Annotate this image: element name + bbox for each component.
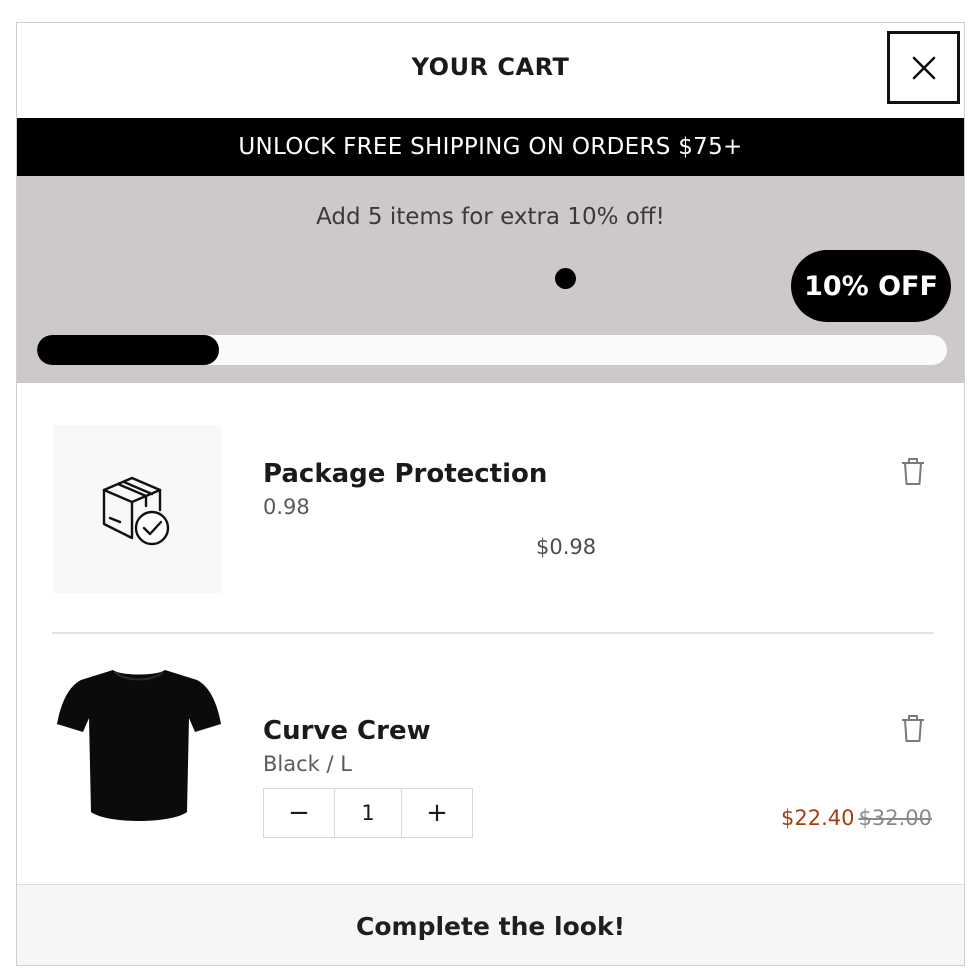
tier-marker-dot [555, 268, 576, 289]
increment-button[interactable]: + [402, 789, 472, 837]
cart-drawer: YOUR CART UNLOCK FREE SHIPPING ON ORDERS… [16, 22, 965, 966]
complete-the-look-heading: Complete the look! [356, 911, 625, 941]
promo-text: UNLOCK FREE SHIPPING ON ORDERS $75+ [238, 134, 743, 160]
t-shirt-icon [57, 670, 221, 821]
item-name[interactable]: Curve Crew [263, 716, 431, 746]
item-variant: Black / L [263, 752, 352, 776]
cart-title: YOUR CART [411, 53, 570, 81]
decrement-button[interactable]: − [264, 789, 334, 837]
item-name[interactable]: Package Protection [263, 459, 547, 489]
quantity-value[interactable]: 1 [334, 789, 402, 837]
item-price: $0.98 [536, 535, 597, 559]
remove-item-button[interactable] [900, 457, 926, 487]
close-button[interactable] [887, 31, 960, 104]
remove-item-button[interactable] [900, 714, 926, 744]
quantity-stepper: − 1 + [263, 788, 473, 838]
item-thumbnail [53, 425, 221, 593]
promo-banner: UNLOCK FREE SHIPPING ON ORDERS $75+ [17, 118, 964, 176]
trash-icon [902, 715, 924, 742]
item-prices: $22.40 $32.00 [781, 806, 932, 830]
progress-bar [37, 335, 947, 365]
progress-bar-fill [37, 335, 219, 365]
tier-message: Add 5 items for extra 10% off! [316, 204, 665, 230]
cart-item: Curve Crew Black / L − 1 + $22.40 $32.00 [17, 634, 964, 884]
original-price: $32.00 [858, 806, 932, 830]
close-icon [912, 56, 935, 79]
discount-badge: 10% OFF [791, 250, 951, 322]
complete-the-look-section[interactable]: Complete the look! [17, 884, 964, 965]
cart-item: Package Protection 0.98 $0.98 [17, 383, 964, 633]
sale-price: $22.40 [781, 806, 855, 830]
trash-icon [902, 458, 924, 485]
item-thumbnail[interactable] [53, 660, 225, 832]
tier-progress-panel: Add 5 items for extra 10% off! 10% OFF [17, 176, 964, 383]
package-protection-icon [102, 476, 170, 546]
item-variant: 0.98 [263, 495, 310, 519]
cart-header: YOUR CART [17, 23, 964, 118]
